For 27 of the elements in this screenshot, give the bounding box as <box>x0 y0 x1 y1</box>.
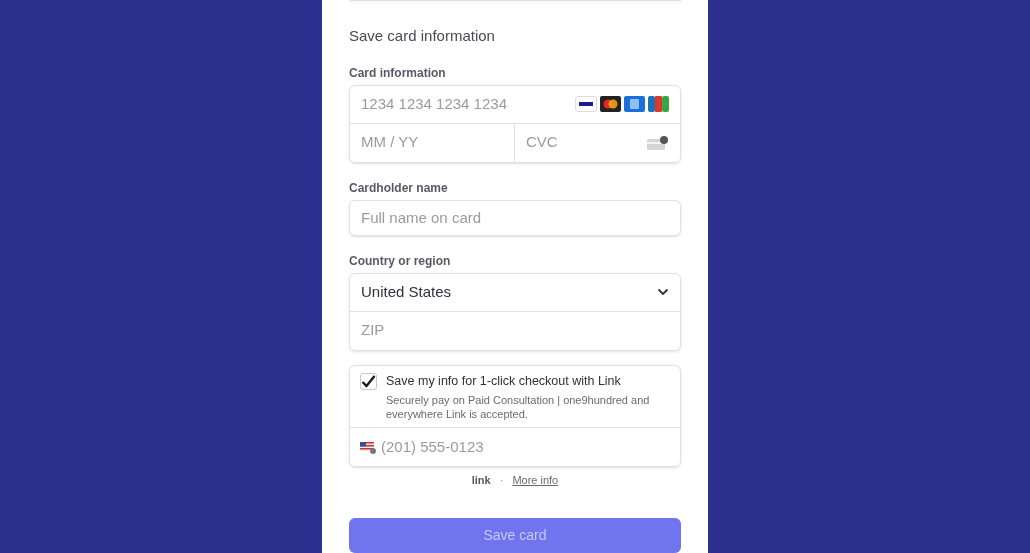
chevron-down-icon <box>657 288 669 297</box>
card-brands-icon <box>575 96 669 112</box>
cvc-card-icon <box>647 135 669 150</box>
field-label: Cardholder name <box>349 179 449 197</box>
more-info-link[interactable]: More info <box>512 472 559 489</box>
form-heading: Save card information <box>349 26 496 46</box>
phone-field[interactable]: (201) 555-0123 <box>350 428 680 467</box>
zip-input[interactable]: ZIP <box>361 319 669 342</box>
cvc-input[interactable]: CVC <box>526 131 647 154</box>
us-flag-icon <box>360 440 377 454</box>
checkmark-icon <box>361 374 376 388</box>
save-info-checkbox[interactable] <box>360 372 377 390</box>
country-select[interactable]: United States <box>350 273 680 312</box>
expiry-field[interactable]: MM / YY <box>350 123 515 162</box>
zip-field[interactable]: ZIP <box>350 311 680 350</box>
field-label: Card information <box>349 64 447 82</box>
save-info-title: Save my info for 1-click checkout with Link <box>386 372 622 390</box>
card-number-input[interactable]: 1234 1234 1234 1234 <box>361 92 575 116</box>
link-logo: link <box>471 473 491 489</box>
field-label: Country or region <box>349 252 452 270</box>
separator-dot: · <box>499 473 504 489</box>
card-number-field[interactable]: 1234 1234 1234 1234 <box>350 85 680 124</box>
phone-input[interactable]: (201) 555-0123 <box>381 436 670 459</box>
cardholder-name-field[interactable]: Full name on card <box>349 199 681 236</box>
save-info-description: Securely pay on Paid Consultation | one9hundred and everywhere Link is accepted. <box>386 393 651 422</box>
cvc-field[interactable]: CVC <box>515 123 680 162</box>
expiry-input[interactable]: MM / YY <box>361 131 503 154</box>
